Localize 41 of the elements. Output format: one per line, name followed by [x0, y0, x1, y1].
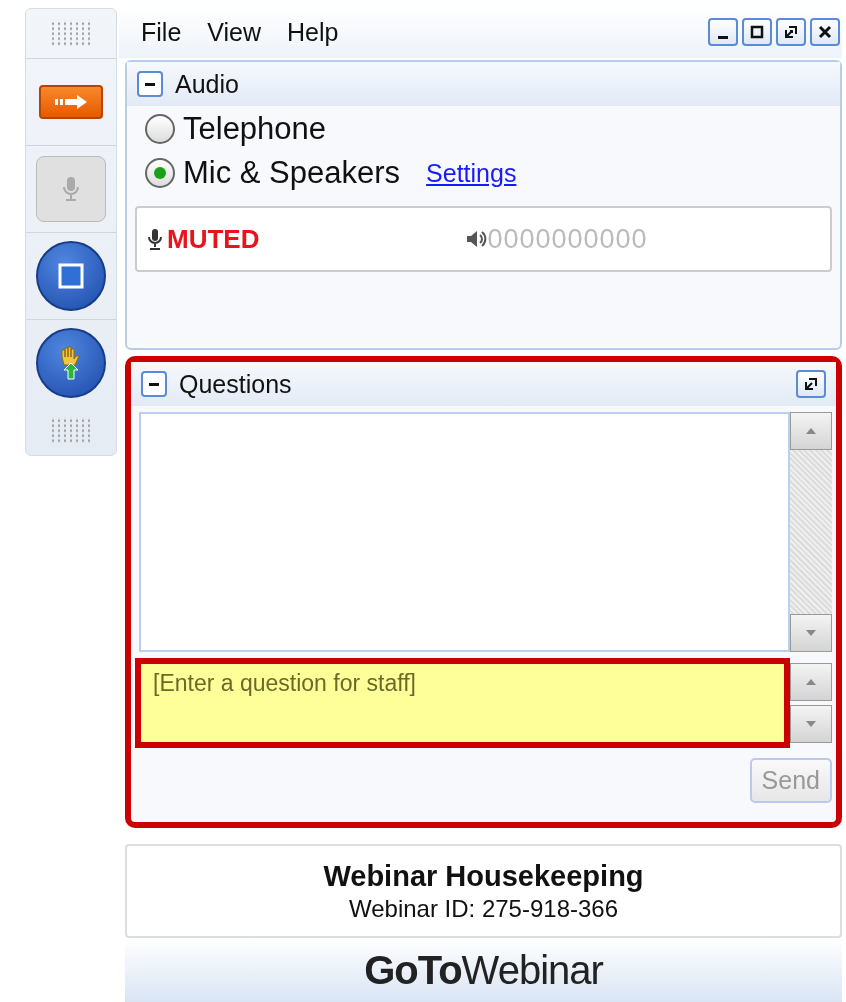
- webinar-id: Webinar ID: 275-918-366: [348, 894, 619, 923]
- radio-button[interactable]: [145, 114, 175, 144]
- microphone-icon: [61, 175, 81, 204]
- option-label: Mic & Speakers: [183, 155, 401, 191]
- muted-status: MUTED: [167, 223, 260, 255]
- radio-button[interactable]: [145, 158, 175, 188]
- volume-meter: 0000000000: [487, 223, 648, 255]
- gotowebinar-logo: GoToWebinar: [364, 947, 603, 993]
- pop-out-button[interactable]: [796, 370, 826, 398]
- menu-item[interactable]: Help: [287, 17, 339, 47]
- maximize-icon: [750, 25, 764, 39]
- collapse-button[interactable]: [141, 371, 167, 397]
- panel-title: Questions: [179, 369, 292, 399]
- pop-out-icon: [784, 25, 798, 39]
- pop-out-button[interactable]: [776, 18, 806, 46]
- close-icon: [818, 25, 832, 39]
- scrollbar[interactable]: [790, 412, 832, 652]
- minimize-button[interactable]: [708, 18, 738, 46]
- menu-item[interactable]: File: [141, 17, 182, 47]
- webinar-title: Webinar Housekeeping: [323, 859, 644, 893]
- down-arrow-icon: [805, 720, 817, 728]
- up-arrow-icon: [805, 427, 817, 435]
- speaker-icon: [465, 229, 488, 249]
- collapse-button[interactable]: [137, 71, 163, 97]
- panel-title: Audio: [175, 69, 239, 99]
- option-label: Telephone: [183, 111, 327, 147]
- microphone-icon: [147, 227, 163, 251]
- pop-out-icon: [804, 377, 818, 391]
- scroll-down-button[interactable]: [790, 614, 832, 652]
- question-input-field[interactable]: [Enter a question for staff]: [135, 658, 790, 748]
- scroll-down-button[interactable]: [790, 705, 832, 743]
- maximize-button[interactable]: [742, 18, 772, 46]
- up-arrow-icon: [805, 678, 817, 686]
- settings-link[interactable]: Settings: [426, 158, 517, 188]
- scroll-up-button[interactable]: [790, 412, 832, 450]
- close-button[interactable]: [810, 18, 840, 46]
- scroll-up-button[interactable]: [790, 663, 832, 701]
- arrow-button[interactable]: [39, 85, 103, 120]
- menu-item[interactable]: View: [207, 17, 262, 47]
- down-arrow-icon: [805, 629, 817, 637]
- minimize-icon: [718, 35, 728, 39]
